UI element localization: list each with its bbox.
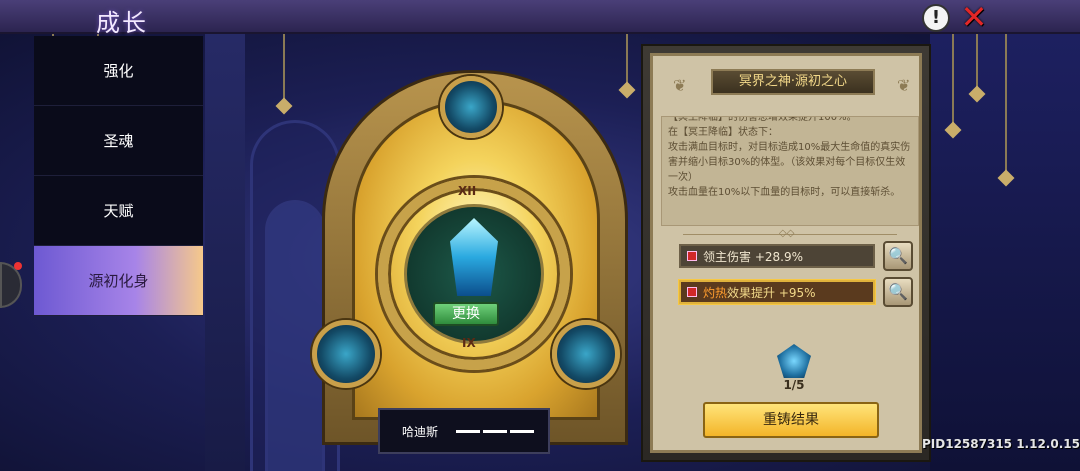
description-line: 【冥王降临】的伤害总增效果提升100%。	[668, 116, 857, 123]
description-line: 在【冥王降临】状态下：	[668, 127, 778, 138]
title-ornament-left: ❦	[673, 76, 687, 95]
panel-body: ❦ 冥界之神·源初之心 ❦ 【冥王降临】的伤害总增效果提升100%。 在【冥王降…	[650, 53, 922, 453]
notification-dot	[14, 262, 22, 270]
stat-label: 效果提升 +95%	[727, 285, 816, 300]
recast-material-icon	[777, 344, 811, 378]
description-line: 攻击血量在10%以下血量的目标时，可以直接斩杀。	[668, 187, 901, 198]
ring-numeral-top: XII	[458, 184, 477, 198]
sidebar: 强化 圣魂 天赋 源初化身	[34, 36, 203, 316]
description-line: 攻击满血目标时，对目标造成10%最大生命值的真实伤害并缩小目标30%的体型。（该…	[668, 142, 911, 183]
bg-pillar	[205, 34, 245, 471]
sidebar-item-talent[interactable]: 天赋	[34, 176, 203, 246]
detail-panel: ❦ 冥界之神·源初之心 ❦ 【冥王降临】的伤害总增效果提升100%。 在【冥王降…	[641, 44, 931, 462]
recast-result-button[interactable]: 重铸结果	[703, 402, 879, 438]
stat-row-boss-damage: 领主伤害 +28.9%	[679, 244, 875, 268]
magnify-icon[interactable]: 🔍	[883, 277, 913, 307]
material-count: 1/5	[783, 378, 805, 392]
title-ornament-right: ❦	[897, 76, 911, 95]
help-button[interactable]: !	[922, 4, 950, 32]
stat-row-burn-effect: 灼热 效果提升 +95%	[679, 280, 875, 304]
description-box[interactable]: 【冥王降临】的伤害总增效果提升100%。 在【冥王降临】状态下： 攻击满血目标时…	[661, 116, 919, 226]
ring-numeral-bottom: IX	[462, 336, 476, 350]
hanging-chain	[626, 34, 628, 84]
name-decor-bars	[456, 429, 535, 433]
swap-button[interactable]: 更换	[433, 302, 499, 326]
stat-gem-icon	[687, 287, 697, 297]
avatar-name: 哈迪斯	[402, 424, 439, 439]
panel-title: 冥界之神·源初之心	[711, 69, 875, 95]
hanging-chain	[283, 34, 285, 104]
stat-gem-icon	[687, 251, 697, 261]
hanging-chain	[976, 34, 978, 89]
sidebar-item-origin-avatar[interactable]: 源初化身	[34, 246, 203, 316]
hanging-chain	[952, 34, 954, 124]
top-rune-orb[interactable]	[440, 76, 502, 138]
stat-keyword: 灼热	[703, 285, 728, 300]
hanging-ornament	[275, 97, 293, 115]
sidebar-item-strengthen[interactable]: 强化	[34, 36, 203, 106]
top-bar: 成长 ! ✕	[0, 0, 1080, 37]
magnify-icon[interactable]: 🔍	[883, 241, 913, 271]
sidebar-item-holy-soul[interactable]: 圣魂	[34, 106, 203, 176]
stat-label: 领主伤害 +28.9%	[703, 249, 803, 264]
divider-ornament: ◇◇	[779, 228, 795, 239]
hanging-ornament	[618, 81, 636, 99]
close-button[interactable]: ✕	[958, 1, 990, 34]
page-title: 成长	[96, 9, 148, 37]
hanging-chain	[1005, 34, 1007, 174]
left-rune-orb[interactable]	[312, 320, 380, 388]
build-id-label: PID12587315 1.12.0.15	[922, 437, 1080, 451]
right-rune-orb[interactable]	[552, 320, 620, 388]
avatar-name-plate: 哈迪斯	[378, 408, 550, 454]
